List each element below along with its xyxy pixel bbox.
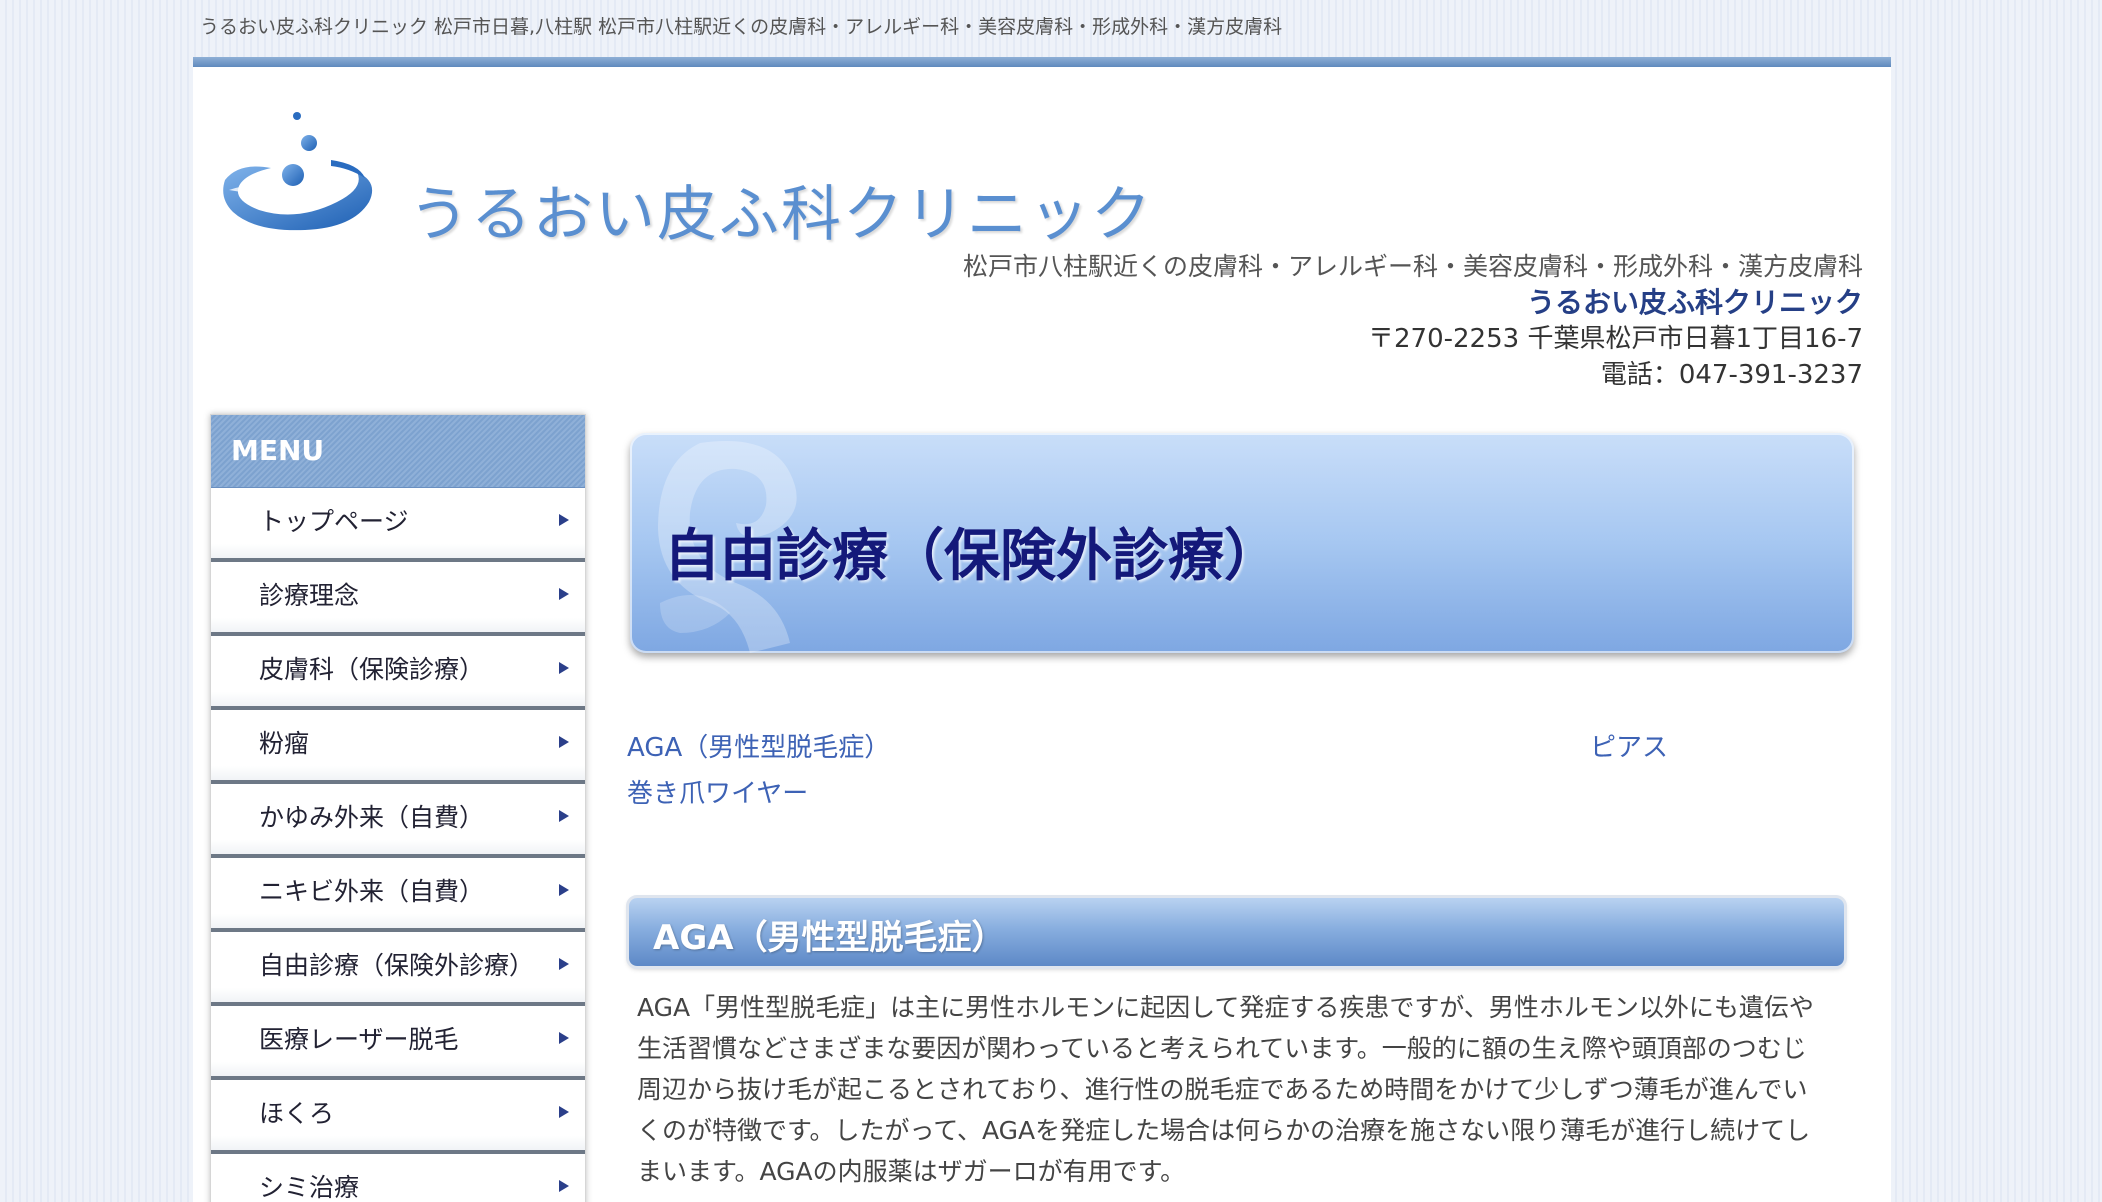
link-piercing[interactable]: ピアス xyxy=(1590,727,1668,764)
sidebar-item-label: シミ治療 xyxy=(259,1173,360,1202)
sidebar-item-free-treatment[interactable]: 自由診療（保険外診療） xyxy=(211,932,585,1006)
sidebar-item-top[interactable]: トップページ xyxy=(211,488,585,562)
clinic-info: 松戸市八柱駅近くの皮膚科・アレルギー科・美容皮膚科・形成外科・漢方皮膚科 うるお… xyxy=(963,249,1863,393)
paragraph-line: AGA「男性型脱毛症」は主に男性ホルモンに起因して発症する疾患ですが、男性ホルモ… xyxy=(637,993,1814,1022)
triangle-right-icon xyxy=(559,958,569,970)
paragraph-line: 生活習慣などさまざまな要因が関わっていると考えられています。一般的に額の生え際や… xyxy=(637,1034,1807,1063)
triangle-right-icon xyxy=(559,662,569,674)
triangle-right-icon xyxy=(559,736,569,748)
link-aga[interactable]: AGA（男性型脱毛症） xyxy=(627,727,890,764)
menu-heading: MENU xyxy=(211,415,585,488)
sidebar-item-label: 自由診療（保険外診療） xyxy=(259,951,535,980)
paragraph-line: 周辺から抜け毛が起こるとされており、進行性の脱毛症であるため時間をかけて少しずつ… xyxy=(637,1075,1808,1104)
sidebar-item-label: ニキビ外来（自費） xyxy=(259,877,485,906)
triangle-right-icon xyxy=(559,1032,569,1044)
sidebar-item-label: ほくろ xyxy=(259,1099,335,1128)
sidebar-item-spot-treatment[interactable]: シミ治療 xyxy=(211,1154,585,1202)
paragraph-line: くのが特徴です。したがって、AGAを発症した場合は何らかの治療を施さない限り薄毛… xyxy=(637,1116,1811,1145)
clinic-description: 松戸市八柱駅近くの皮膚科・アレルギー科・美容皮膚科・形成外科・漢方皮膚科 xyxy=(962,252,1863,281)
header-strip: うるおい皮ふ科クリニック 松戸市日暮,八柱駅 松戸市八柱駅近くの皮膚科・アレルギ… xyxy=(200,16,1283,38)
triangle-right-icon xyxy=(559,810,569,822)
sidebar-item-label: トップページ xyxy=(259,507,409,536)
clinic-phone: 電話：047-391-3237 xyxy=(1600,360,1863,390)
triangle-right-icon xyxy=(559,588,569,600)
sidebar-item-itch-clinic[interactable]: かゆみ外来（自費） xyxy=(211,784,585,858)
top-bar xyxy=(193,57,1891,67)
sidebar-item-label: かゆみ外来（自費） xyxy=(259,803,485,832)
clinic-logo[interactable]: うるおい皮ふ科クリニック xyxy=(219,102,1151,292)
triangle-right-icon xyxy=(559,1106,569,1118)
sidebar-item-laser-hair-removal[interactable]: 医療レーザー脱毛 xyxy=(211,1006,585,1080)
page-container: うるおい皮ふ科クリニック 松戸市八柱駅近くの皮膚科・アレルギー科・美容皮膚科・形… xyxy=(193,57,1891,1202)
clinic-name: うるおい皮ふ科クリニック xyxy=(1526,286,1863,319)
triangle-right-icon xyxy=(559,514,569,526)
sidebar-item-acne-clinic[interactable]: ニキビ外来（自費） xyxy=(211,858,585,932)
paragraph-line: まいます。AGAの内服薬はザガーロが有用です。 xyxy=(637,1157,1186,1186)
triangle-right-icon xyxy=(559,884,569,896)
sidebar-item-philosophy[interactable]: 診療理念 xyxy=(211,562,585,636)
sidebar-item-mole[interactable]: ほくろ xyxy=(211,1080,585,1154)
page-title: 自由診療（保険外診療） xyxy=(664,524,1280,589)
sidebar-menu: MENU トップページ 診療理念 皮膚科（保険診療） 粉瘤 かゆみ外来（自費） … xyxy=(210,414,586,1202)
sidebar-item-atheroma[interactable]: 粉瘤 xyxy=(211,710,585,784)
section-header: AGA（男性型脱毛症） xyxy=(629,898,1844,966)
clinic-address: 〒270-2253 千葉県松戸市日暮1丁目16-7 xyxy=(1368,324,1863,354)
section-title: AGA（男性型脱毛症） xyxy=(653,918,1006,958)
section-body: AGA「男性型脱毛症」は主に男性ホルモンに起因して発症する疾患ですが、男性ホルモ… xyxy=(637,987,1852,1192)
anchor-links: AGA（男性型脱毛症） ピアス 巻き爪ワイヤー xyxy=(627,727,1857,837)
sidebar-item-label: 医療レーザー脱毛 xyxy=(259,1025,459,1054)
triangle-right-icon xyxy=(559,1180,569,1192)
page-title-banner: 自由診療（保険外診療） xyxy=(630,433,1854,653)
link-ingrown-nail-wire[interactable]: 巻き爪ワイヤー xyxy=(627,773,808,810)
water-drop-logo-icon xyxy=(223,112,373,231)
sidebar-item-label: 皮膚科（保険診療） xyxy=(259,655,485,684)
sidebar-item-label: 診療理念 xyxy=(259,581,360,610)
sidebar-item-label: 粉瘤 xyxy=(259,729,310,758)
logo-text: うるおい皮ふ科クリニック xyxy=(409,180,1153,250)
sidebar-item-dermatology[interactable]: 皮膚科（保険診療） xyxy=(211,636,585,710)
